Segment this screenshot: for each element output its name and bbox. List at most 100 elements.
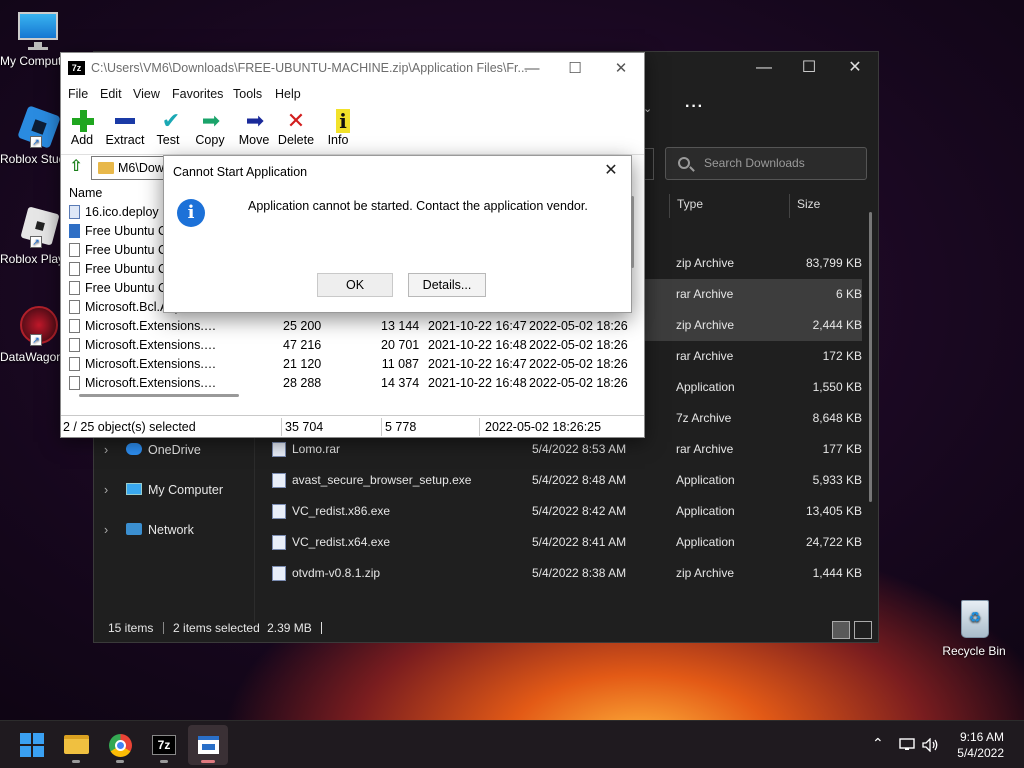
- file-icon: [69, 357, 80, 371]
- volume-icon[interactable]: [922, 738, 940, 752]
- roblox-player-icon: ↗: [16, 206, 60, 250]
- file-row[interactable]: otvdm-v0.8.1.zip 5/4/2022 8:38 AM zip Arch…: [266, 558, 862, 589]
- taskbar: 7z ⌃ 9:16 AM 5/4/2022: [0, 720, 1024, 768]
- toolbar: Add Extract ✔ Test ➡ Copy ➡ Move ✕ Delet…: [61, 105, 644, 155]
- nav-item-onedrive[interactable]: › OneDrive: [104, 438, 201, 462]
- search-placeholder: Search Downloads: [704, 156, 805, 170]
- recycle-bin-icon: ♻: [952, 598, 996, 642]
- windows-start-icon: [20, 733, 44, 757]
- minimize-icon[interactable]: —: [752, 58, 776, 78]
- nav-item-my-computer[interactable]: › My Computer: [104, 478, 223, 502]
- 7zip-status-bar: 2 / 25 object(s) selected 35 704 5 778 2…: [61, 415, 644, 437]
- details-view-icon[interactable]: [832, 621, 850, 639]
- copy-button[interactable]: ➡ Copy: [193, 109, 227, 148]
- file-row[interactable]: VC_redist.x64.exe 5/4/2022 8:41 AM Applica…: [266, 527, 862, 558]
- window-title: C:\Users\VM6\Downloads\FREE-UBUNTU-MACHI…: [91, 61, 528, 75]
- item-count: 15 items: [108, 621, 154, 635]
- add-button[interactable]: Add: [65, 109, 99, 147]
- close-icon[interactable]: ✕: [843, 58, 867, 78]
- maximize-icon[interactable]: ☐: [562, 59, 588, 79]
- network-icon: [126, 523, 142, 535]
- desktop-icon-label: DataWagon: [0, 350, 60, 364]
- application-icon: [69, 224, 80, 238]
- file-icon: [69, 205, 80, 219]
- exe-file-icon: [272, 504, 286, 519]
- folder-icon: [98, 162, 114, 174]
- move-arrow-icon: ➡: [245, 108, 265, 133]
- file-row[interactable]: VC_redist.x86.exe 5/4/2022 8:42 AM Applica…: [266, 496, 862, 527]
- search-input[interactable]: Search Downloads: [665, 147, 867, 180]
- ok-button[interactable]: OK: [317, 273, 393, 297]
- file-row[interactable]: Lomo.rar 5/4/2022 8:53 AM rar Archive 177 K…: [266, 434, 862, 465]
- vertical-scrollbar[interactable]: [869, 212, 872, 502]
- selection-size: 35 704: [285, 420, 324, 434]
- test-button[interactable]: ✔ Test: [153, 109, 183, 148]
- close-icon[interactable]: ✕: [599, 160, 623, 182]
- column-header-type[interactable]: Type: [677, 197, 703, 211]
- delete-button[interactable]: ✕ Delete: [277, 109, 315, 148]
- selection-packed-size: 5 778: [385, 420, 417, 434]
- exe-file-icon: [272, 535, 286, 550]
- cannot-start-application-dialog: Cannot Start Application ✕ i Application…: [163, 155, 634, 313]
- archive-row[interactable]: Microsoft.Extensions.H... 28 288 14 374 202…: [61, 374, 644, 393]
- desktop-icon-recycle-bin[interactable]: ♻ Recycle Bin: [936, 598, 1012, 658]
- menu-tools[interactable]: Tools: [233, 87, 262, 101]
- system-clock[interactable]: 9:16 AM 5/4/2022: [957, 729, 1004, 761]
- menu-view[interactable]: View: [133, 87, 160, 101]
- 7zip-app-icon: 7z: [68, 61, 85, 75]
- file-row[interactable]: avast_secure_browser_setup.exe 5/4/2022 8…: [266, 465, 862, 496]
- menu-edit[interactable]: Edit: [100, 87, 122, 101]
- desktop-icon-label: Roblox Studio: [0, 152, 62, 166]
- dialog-scrollbar[interactable]: [631, 196, 634, 268]
- desktop-icon-label: My Computer: [0, 54, 62, 68]
- maximize-icon[interactable]: ☐: [797, 58, 821, 78]
- menu-file[interactable]: File: [68, 87, 88, 101]
- archive-row[interactable]: Microsoft.Extensions.De... 47 216 20 701 20…: [61, 336, 644, 355]
- taskbar-file-explorer[interactable]: [56, 725, 96, 765]
- column-header-size[interactable]: Size: [797, 197, 820, 211]
- roblox-studio-icon: ↗: [16, 105, 61, 150]
- zip-file-icon: [272, 566, 286, 581]
- menu-help[interactable]: Help: [275, 87, 301, 101]
- menu-favorites[interactable]: Favorites: [172, 87, 223, 101]
- selection-size: 2.39 MB: [267, 621, 312, 635]
- tiles-view-icon[interactable]: [854, 621, 872, 639]
- move-button[interactable]: ➡ Move: [237, 108, 271, 148]
- details-button[interactable]: Details...: [408, 273, 486, 297]
- start-button[interactable]: [12, 725, 52, 765]
- extract-button[interactable]: Extract: [105, 109, 145, 147]
- archive-row[interactable]: Microsoft.Extensions.Fil... 21 120 11 087 2…: [61, 355, 644, 374]
- menu-bar: File Edit View Favorites Tools Help: [61, 85, 644, 105]
- datawagon-icon: ↗: [16, 304, 60, 348]
- file-icon: [69, 319, 80, 333]
- dialog-title: Cannot Start Application: [173, 165, 308, 179]
- close-icon[interactable]: ✕: [608, 59, 634, 79]
- plus-icon: [65, 109, 101, 133]
- desktop-icon-label: Roblox Player: [0, 252, 60, 266]
- horizontal-scrollbar[interactable]: [79, 394, 239, 397]
- info-icon: i: [177, 199, 205, 227]
- archive-row[interactable]: Microsoft.Extensions.C... 25 200 13 144 202…: [61, 317, 644, 336]
- taskbar-7zip[interactable]: 7z: [144, 725, 184, 765]
- more-options-icon[interactable]: ···: [685, 98, 704, 116]
- clock-time: 9:16 AM: [959, 730, 1004, 744]
- info-button[interactable]: i Info: [325, 109, 351, 147]
- chevron-right-icon: ›: [104, 443, 109, 457]
- column-header-name[interactable]: Name: [69, 186, 102, 200]
- chevron-up-icon[interactable]: ⌃: [872, 735, 884, 752]
- taskbar-active-app[interactable]: [188, 725, 228, 765]
- nav-item-network[interactable]: › Network: [104, 518, 194, 542]
- file-icon: [69, 262, 80, 276]
- monitor-icon: [126, 483, 142, 495]
- taskbar-chrome[interactable]: [100, 725, 140, 765]
- folder-icon: [64, 735, 89, 754]
- selection-status: 2 / 25 object(s) selected: [63, 420, 196, 434]
- checkmark-icon: ✔: [161, 108, 181, 133]
- up-folder-icon[interactable]: ⇧: [67, 158, 85, 176]
- 7zip-titlebar: 7z C:\Users\VM6\Downloads\FREE-UBUNTU-MA…: [61, 53, 644, 85]
- network-status-icon[interactable]: [899, 738, 915, 752]
- file-icon: [69, 243, 80, 257]
- minimize-icon[interactable]: —: [519, 59, 545, 79]
- clock-date: 5/4/2022: [957, 746, 1004, 760]
- file-icon: [69, 376, 80, 390]
